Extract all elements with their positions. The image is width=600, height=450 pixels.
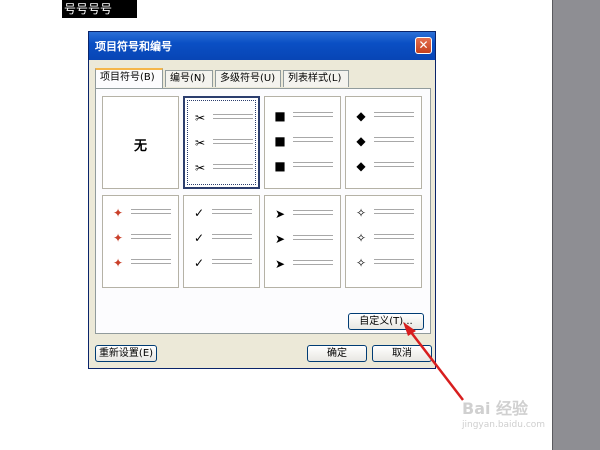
bullet-option-scissors[interactable]: ✂ ✂ ✂ <box>183 96 260 189</box>
four-point-star-icon: ✧ <box>355 206 367 220</box>
arrowhead-icon: ➤ <box>274 207 286 221</box>
right-gray-panel <box>553 0 600 450</box>
scissors-icon: ✂ <box>194 136 206 150</box>
reset-button[interactable]: 重新设置(E) <box>95 345 157 362</box>
four-point-star-icon: ✧ <box>355 256 367 270</box>
bullet-option-checkmark[interactable]: ✓ ✓ ✓ <box>183 195 260 288</box>
bullet-option-diamond[interactable]: ◆ ◆ ◆ <box>345 96 422 189</box>
baidu-watermark-url: jingyan.baidu.com <box>462 420 546 430</box>
square-icon: ■ <box>274 109 286 123</box>
arrowhead-icon: ➤ <box>274 232 286 246</box>
checkmark-icon: ✓ <box>193 256 205 270</box>
baidu-watermark: Bai 经验 <box>462 399 529 418</box>
top-text-strip: 号号号号 <box>62 0 137 18</box>
bullet-option-arrowhead[interactable]: ➤ ➤ ➤ <box>264 195 341 288</box>
bullet-option-four-point-star[interactable]: ✧ ✧ ✧ <box>345 195 422 288</box>
tab-numbering[interactable]: 编号(N) <box>165 70 213 87</box>
bullet-option-flag[interactable]: ✦ ✦ ✦ <box>102 195 179 288</box>
bullet-option-none[interactable]: 无 <box>102 96 179 189</box>
bullet-option-square[interactable]: ■ ■ ■ <box>264 96 341 189</box>
diamond-icon: ◆ <box>356 159 366 173</box>
four-point-star-icon: ✧ <box>355 231 367 245</box>
bullets-and-numbering-dialog: 项目符号和编号 ✕ 项目符号(B) 编号(N) 多级符号(U) 列表样式(L) … <box>88 31 436 369</box>
checkmark-icon: ✓ <box>193 231 205 245</box>
checkmark-icon: ✓ <box>193 206 205 220</box>
flag-icon: ✦ <box>112 231 124 245</box>
flag-icon: ✦ <box>112 256 124 270</box>
scissors-icon: ✂ <box>194 161 206 175</box>
dialog-title: 项目符号和编号 <box>95 40 172 53</box>
diamond-icon: ◆ <box>356 134 366 148</box>
scissors-icon: ✂ <box>194 111 206 125</box>
diamond-icon: ◆ <box>356 109 366 123</box>
ok-button[interactable]: 确定 <box>307 345 367 362</box>
square-icon: ■ <box>274 159 286 173</box>
bullets-tab-pane: 无 ✂ ✂ ✂ ■ ■ ■ ◆ ◆ ◆ ✦ ✦ ✦ ✓ ✓ ✓ ➤ ➤ ➤ ✧ … <box>95 88 431 334</box>
tab-list-styles[interactable]: 列表样式(L) <box>283 70 349 87</box>
tab-bullets[interactable]: 项目符号(B) <box>95 68 163 88</box>
close-icon[interactable]: ✕ <box>415 37 432 54</box>
dialog-titlebar[interactable]: 项目符号和编号 ✕ <box>89 32 435 60</box>
none-label: 无 <box>133 139 147 154</box>
cancel-button[interactable]: 取消 <box>372 345 432 362</box>
arrowhead-icon: ➤ <box>274 257 286 271</box>
flag-icon: ✦ <box>112 206 124 220</box>
square-icon: ■ <box>274 134 286 148</box>
customize-button[interactable]: 自定义(T)... <box>348 313 424 330</box>
tab-outline[interactable]: 多级符号(U) <box>215 70 281 87</box>
